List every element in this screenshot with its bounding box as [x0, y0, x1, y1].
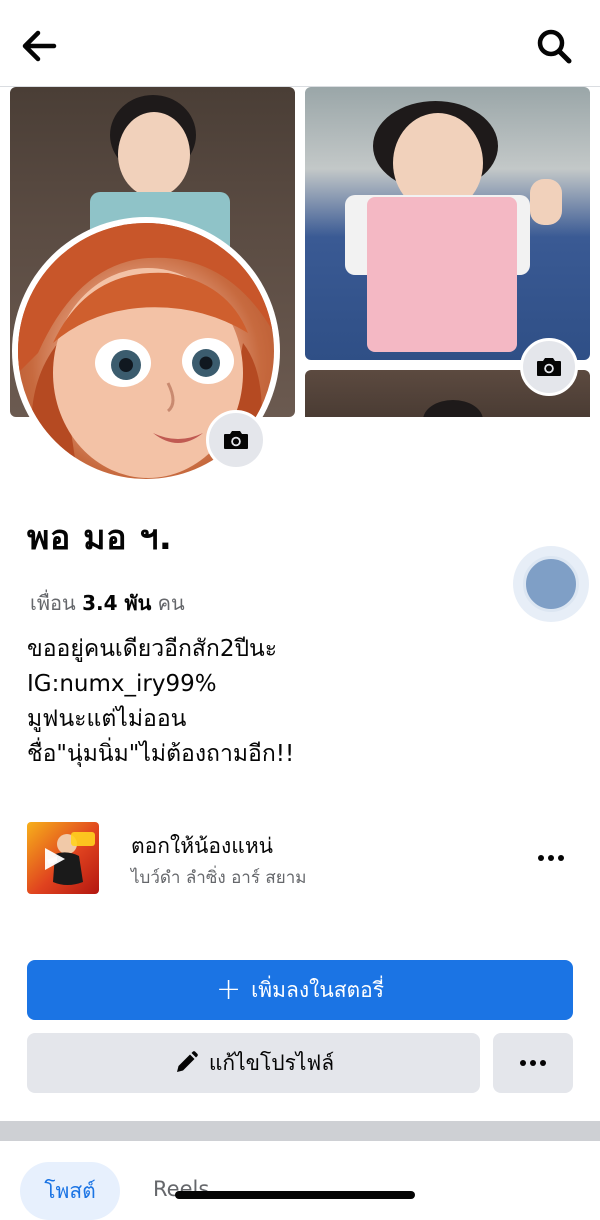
back-button[interactable] — [18, 24, 62, 68]
friends-suffix: คน — [157, 591, 185, 615]
more-horizontal-icon[interactable] — [533, 844, 569, 872]
tab-posts[interactable]: โพสต์ — [20, 1162, 120, 1220]
profile-more-button[interactable] — [493, 1033, 573, 1093]
section-divider — [0, 1121, 600, 1141]
top-bar — [0, 0, 600, 87]
edit-profile-label: แก้ไขโปรไฟล์ — [208, 1050, 335, 1075]
bio-line: IG:numx_iry99% — [27, 671, 217, 697]
search-icon — [537, 29, 572, 64]
cover-photo-right-top — [305, 87, 590, 360]
bio-line: ขออยู่คนเดียวอีกสัก2ปีนะ — [27, 636, 278, 662]
arrow-left-icon — [22, 30, 57, 62]
plus-icon: + — [215, 972, 242, 1007]
edit-cover-photo-button[interactable] — [520, 338, 578, 396]
friends-count[interactable]: เพื่อน 3.4 พัน คน — [30, 587, 185, 619]
friends-prefix: เพื่อน — [30, 591, 76, 615]
search-button[interactable] — [532, 24, 576, 68]
more-horizontal-icon — [520, 1060, 526, 1066]
profile-bio: ขออยู่คนเดียวอีกสัก2ปีนะ IG:numx_iry99% … — [27, 632, 294, 772]
music-artist: ไบว์ดำ ลำซิ่ง อาร์ สยาม — [131, 868, 307, 888]
home-indicator[interactable] — [175, 1191, 415, 1199]
bio-line: มูฟนะแต่ไม่ออน — [27, 706, 187, 732]
add-to-story-label: เพิ่มลงในสตอรี่ — [251, 977, 385, 1002]
edit-profile-button[interactable]: แก้ไขโปรไฟล์ — [27, 1033, 480, 1093]
camera-icon — [224, 431, 248, 449]
camera-icon — [537, 358, 561, 376]
profile-name: พอ มอ ฯ. — [27, 518, 173, 558]
bio-line: ชื่อ"นุ่มนิ่ม"ไม่ต้องถามอีก!! — [27, 741, 295, 767]
active-status-indicator[interactable] — [513, 546, 589, 622]
music-thumbnail[interactable] — [27, 822, 99, 894]
friends-number: 3.4 พัน — [82, 591, 152, 615]
edit-profile-picture-button[interactable] — [206, 410, 266, 470]
profile-music: ตอกให้น้องแหน่ ไบว์ดำ ลำซิ่ง อาร์ สยาม — [27, 822, 573, 894]
pencil-icon — [176, 1051, 198, 1072]
music-song-title: ตอกให้น้องแหน่ — [131, 834, 274, 858]
add-to-story-button[interactable]: + เพิ่มลงในสตอรี่ — [27, 960, 573, 1020]
